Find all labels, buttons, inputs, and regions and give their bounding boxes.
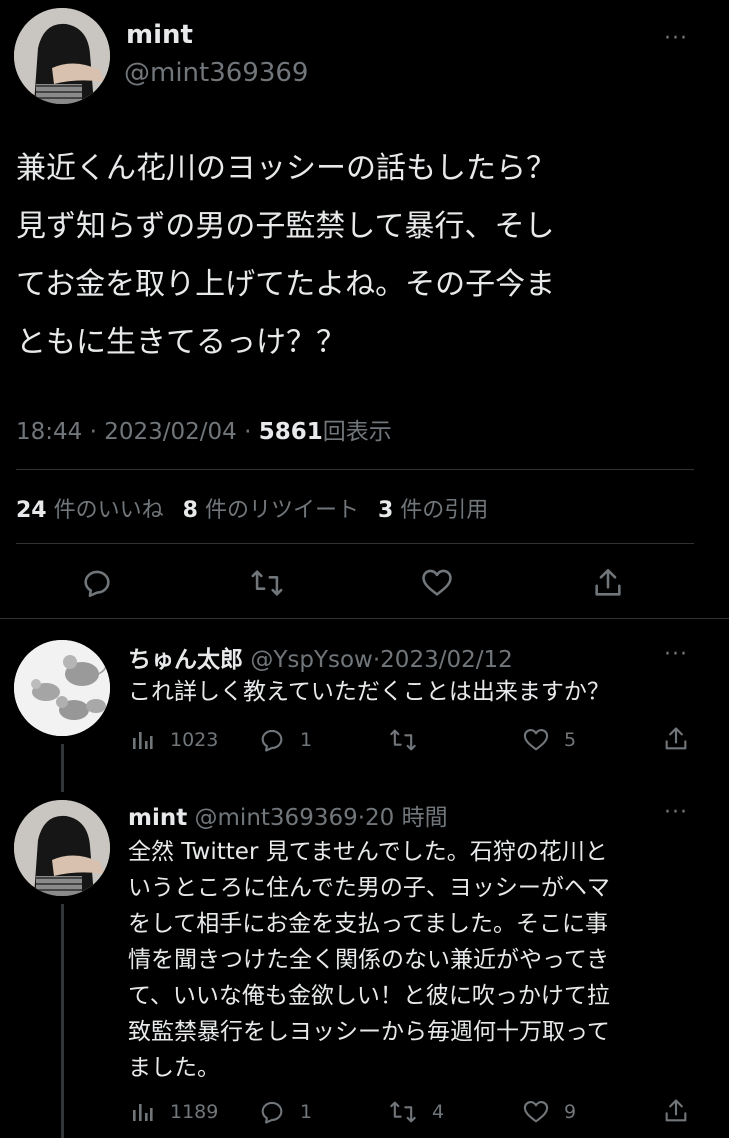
share-icon[interactable] xyxy=(662,1097,690,1125)
retweet-icon[interactable] xyxy=(388,1098,418,1126)
retweets-count: 4 xyxy=(432,1101,445,1123)
quotes-count: 3 xyxy=(377,498,394,523)
reply-icon[interactable] xyxy=(80,566,114,600)
reply-date[interactable]: 2023/02/12 xyxy=(380,647,513,673)
like-icon[interactable] xyxy=(420,566,454,600)
comments-count: 1 xyxy=(300,729,313,751)
reply-icon[interactable] xyxy=(258,726,286,754)
likes-label: 件のいいね xyxy=(53,498,164,523)
likes-count: 5 xyxy=(564,729,577,751)
quotes-label: 件の引用 xyxy=(400,498,489,523)
thread-line xyxy=(61,904,64,1138)
retweet-icon[interactable] xyxy=(249,566,285,600)
tweet-text: 兼近くん花川のヨッシーの話もしたら？ 見ず知らずの男の子監禁して暴行、そし てお… xyxy=(16,140,556,372)
share-icon[interactable] xyxy=(591,566,625,600)
engagement-stats: 24 件のいいね 8 件のリツイート 3 件の引用 xyxy=(16,492,488,524)
tweet-text-line: ともに生きてるっけ？？ xyxy=(16,325,346,360)
views-icon[interactable] xyxy=(130,1100,154,1124)
tweet-text-line: 兼近くん花川のヨッシーの話もしたら？ xyxy=(16,151,556,186)
reply-text-line: 致監禁暴行をしヨッシーから毎週何十万取って xyxy=(128,1019,610,1045)
reply-text: 全然 Twitter 見てませんでした。石狩の花川と いうところに住んでた男の子… xyxy=(128,834,610,1086)
retweets-label: 件のリツイート xyxy=(204,498,359,523)
author-display-name[interactable]: mint xyxy=(126,20,193,50)
reply-author-avatar[interactable] xyxy=(14,800,110,896)
divider xyxy=(16,543,694,544)
likes-stat[interactable]: 24 件のいいね xyxy=(16,498,171,523)
reply-icon[interactable] xyxy=(258,1098,286,1126)
quotes-stat[interactable]: 3 件の引用 xyxy=(378,498,488,523)
likes-count: 9 xyxy=(564,1101,577,1123)
tweet-text-line: 見ず知らずの男の子監禁して暴行、そし xyxy=(16,209,555,244)
tweet-date[interactable]: 2023/02/04 xyxy=(104,419,237,445)
more-options-icon[interactable]: ··· xyxy=(664,26,688,51)
reply-handle[interactable]: @mint369369 xyxy=(195,805,358,831)
reply-text-line: ました。 xyxy=(128,1055,220,1081)
tweet-time[interactable]: 18:44 xyxy=(16,419,82,445)
views-label: 回表示 xyxy=(322,419,392,445)
like-icon[interactable] xyxy=(522,1098,550,1126)
reply-display-name[interactable]: mint xyxy=(128,805,187,831)
reply-text-line: 情を聞きつけた全く関係のない兼近がやってき xyxy=(128,947,610,973)
divider xyxy=(16,469,694,470)
reply-text-line: これ詳しく教えていただくことは出来ますか？ xyxy=(128,679,610,705)
author-avatar[interactable] xyxy=(14,8,110,104)
retweets-count: 8 xyxy=(182,498,198,523)
reply-handle[interactable]: @YspYsow xyxy=(250,647,373,673)
comments-count: 1 xyxy=(300,1101,313,1123)
views-count: 5861 xyxy=(258,419,323,445)
reply-text-line: て、いいな俺も金欲しい！と彼に吹っかけて拉 xyxy=(128,983,610,1009)
thread-line xyxy=(61,744,64,792)
divider xyxy=(0,618,729,619)
tweet-text-line: てお金を取り上げてたよね。その子今ま xyxy=(16,267,556,302)
share-icon[interactable] xyxy=(662,725,690,753)
reply-header: ちゅん太郎 @YspYsow·2023/02/12 xyxy=(128,640,513,674)
like-icon[interactable] xyxy=(522,726,550,754)
separator: · xyxy=(89,419,97,445)
tweet-meta: 18:44 · 2023/02/04 · 5861回表示 xyxy=(16,412,392,446)
separator: · xyxy=(357,805,366,831)
reply-text-line: 全然 Twitter 見てませんでした。石狩の花川と xyxy=(128,839,608,865)
separator: · xyxy=(244,419,252,445)
more-options-icon[interactable]: ··· xyxy=(664,642,688,667)
retweets-stat[interactable]: 8 件のリツイート xyxy=(183,498,366,523)
likes-count: 24 xyxy=(16,498,47,523)
reply-header: mint @mint369369·20 時間 xyxy=(128,798,448,832)
reply-date[interactable]: 20 時間 xyxy=(365,805,448,831)
views-count: 1189 xyxy=(170,1101,219,1123)
reply-display-name[interactable]: ちゅん太郎 xyxy=(128,647,243,673)
reply-text: これ詳しく教えていただくことは出来ますか？ xyxy=(128,674,610,710)
retweet-icon[interactable] xyxy=(388,726,418,754)
more-options-icon[interactable]: ··· xyxy=(664,800,688,825)
reply-author-avatar[interactable] xyxy=(14,640,110,736)
views-icon[interactable] xyxy=(130,728,154,752)
author-handle[interactable]: @mint369369 xyxy=(124,58,308,88)
views-count: 1023 xyxy=(170,729,219,751)
reply-text-line: いうところに住んでた男の子、ヨッシーがヘマ xyxy=(128,875,610,901)
reply-text-line: をして相手にお金を支払ってました。そこに事 xyxy=(128,911,609,937)
